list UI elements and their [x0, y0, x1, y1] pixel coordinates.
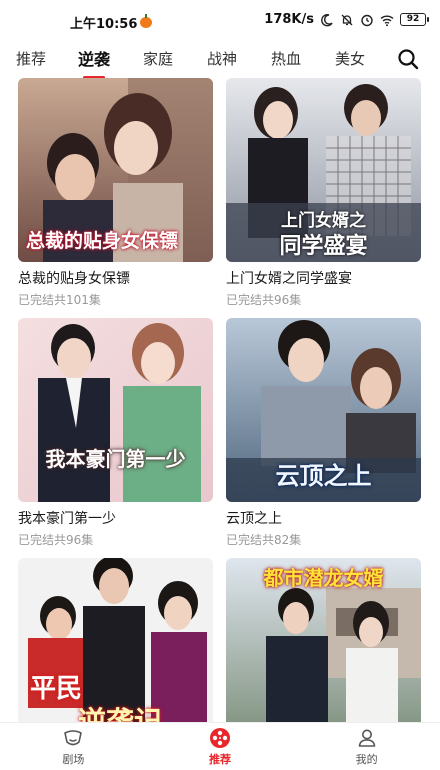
alarm-icon: [361, 14, 373, 26]
drama-card[interactable]: 总裁的贴身女保镖 总裁的贴身女保镖 已完结共101集: [18, 78, 213, 308]
drama-card[interactable]: 我本豪门第一少 我本豪门第一少 已完结共96集: [18, 318, 213, 548]
pumpkin-icon: [140, 14, 153, 28]
drama-card[interactable]: 都市潜龙女婿: [226, 558, 421, 742]
drama-status: 已完结共82集: [226, 533, 302, 547]
drama-title: 上门女婿之同学盛宴: [226, 271, 352, 287]
drama-status: 已完结共96集: [226, 293, 302, 307]
drama-card[interactable]: 云顶之上 云顶之上 已完结共82集: [226, 318, 421, 548]
nav-mine[interactable]: 我的: [293, 723, 440, 770]
status-indicators: 178K/s 92: [264, 12, 429, 27]
network-speed-text: 178K/s: [264, 12, 314, 27]
nav-theater[interactable]: 剧场: [0, 723, 147, 770]
poster-image: 都市潜龙女婿: [226, 558, 421, 742]
search-icon[interactable]: [396, 47, 420, 71]
battery-icon: 92: [400, 13, 429, 26]
poster-caption-top: 平民: [30, 674, 83, 704]
nav-recommend[interactable]: 推荐: [147, 723, 294, 770]
user-icon: [358, 729, 375, 747]
clock-text: 上午10:56: [70, 17, 138, 32]
category-tabs: 推荐 逆袭 家庭 战神 热血 美女: [0, 38, 440, 79]
wifi-icon: [380, 15, 394, 26]
poster-caption: 总裁的贴身女保镖: [26, 230, 179, 252]
theater-icon: [64, 729, 83, 745]
tab-comeback[interactable]: 逆袭: [62, 46, 126, 79]
tab-beauty[interactable]: 美女: [318, 48, 382, 69]
tab-recommend[interactable]: 推荐: [0, 48, 62, 69]
tab-family[interactable]: 家庭: [126, 48, 190, 69]
poster-caption: 我本豪门第一少: [45, 447, 186, 471]
status-bar: 上午10:56 178K/s 92: [0, 0, 440, 38]
film-reel-icon: [210, 727, 230, 748]
poster-image: 平民 逆袭记: [18, 558, 213, 742]
drama-status: 已完结共96集: [18, 533, 94, 547]
mute-bell-icon: [341, 14, 353, 25]
poster-caption-bottom: 同学盛宴: [279, 233, 368, 259]
drama-title: 云顶之上: [226, 511, 282, 527]
moon-icon: [321, 13, 333, 26]
drama-title: 总裁的贴身女保镖: [18, 271, 130, 287]
tab-hot-blood[interactable]: 热血: [254, 48, 318, 69]
poster-image: 云顶之上: [226, 318, 421, 502]
nav-label: 剧场: [62, 752, 85, 766]
drama-card[interactable]: 平民 逆袭记: [18, 558, 213, 742]
bottom-nav: 剧场 推荐 我的: [0, 722, 440, 770]
tab-war-god[interactable]: 战神: [190, 48, 254, 69]
battery-level: 92: [406, 14, 420, 24]
poster-caption: 云顶之上: [275, 461, 372, 490]
poster-image: 我本豪门第一少: [18, 318, 213, 502]
drama-card[interactable]: 上门女婿之 同学盛宴 上门女婿之同学盛宴 已完结共96集: [226, 78, 421, 308]
drama-status: 已完结共101集: [18, 293, 101, 307]
drama-title: 我本豪门第一少: [18, 511, 116, 527]
nav-label: 推荐: [209, 752, 231, 766]
poster-caption: 都市潜龙女婿: [263, 566, 384, 590]
poster-image: 上门女婿之 同学盛宴: [226, 78, 421, 262]
status-time: 上午10:56: [70, 13, 153, 32]
poster-image: 总裁的贴身女保镖: [18, 78, 213, 262]
nav-label: 我的: [355, 752, 378, 766]
